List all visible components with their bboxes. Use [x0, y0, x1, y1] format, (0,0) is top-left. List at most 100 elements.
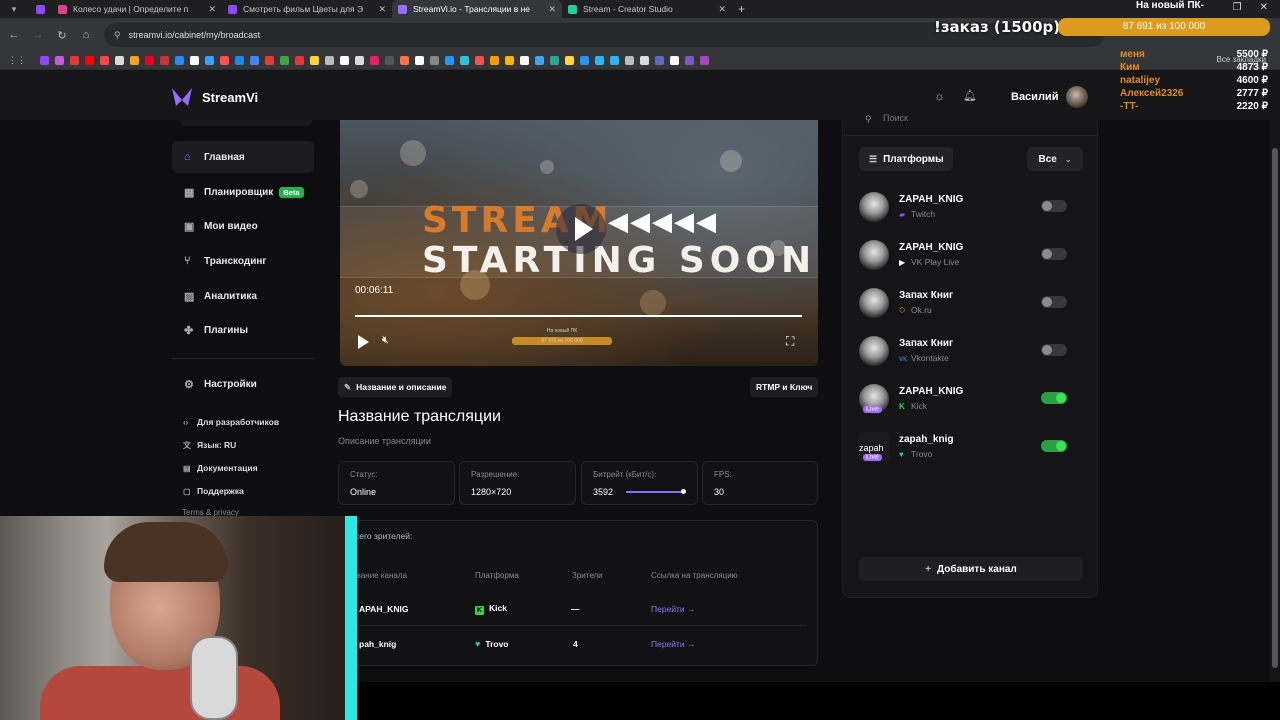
tab-search-icon[interactable]: ▾	[0, 4, 28, 15]
close-icon[interactable]: ✕	[548, 4, 556, 15]
browser-tab-creator-studio[interactable]: Stream - Creator Studio ✕	[562, 0, 732, 18]
bookmark-icon[interactable]	[685, 56, 694, 65]
bookmark-icon[interactable]	[460, 56, 469, 65]
channel-toggle[interactable]	[1041, 440, 1067, 452]
sidebar-item-plugins[interactable]: ✤ Плагины	[172, 314, 314, 346]
bookmark-icon[interactable]	[265, 56, 274, 65]
bookmark-icon[interactable]	[340, 56, 349, 65]
close-icon[interactable]: ✕	[378, 4, 386, 15]
close-window-icon[interactable]: ✕	[1260, 2, 1268, 13]
bookmark-icon[interactable]	[55, 56, 64, 65]
sidebar-link-language[interactable]: 文 Язык: RU	[183, 438, 236, 452]
channel-toggle[interactable]	[1041, 248, 1067, 260]
logo-text[interactable]: StreamVi	[202, 90, 258, 105]
bookmark-icon[interactable]	[295, 56, 304, 65]
stream-description[interactable]: Описание трансляции	[338, 436, 431, 446]
bookmark-icon[interactable]	[505, 56, 514, 65]
avatar[interactable]	[1066, 86, 1088, 108]
bookmark-icon[interactable]	[535, 56, 544, 65]
bookmark-icon[interactable]	[310, 56, 319, 65]
bookmark-icon[interactable]	[640, 56, 649, 65]
bookmark-icon[interactable]	[565, 56, 574, 65]
sidebar-item-settings[interactable]: ⚙ Настройки	[172, 368, 314, 400]
tab-rtmp-key[interactable]: RTMP и Ключ	[750, 377, 819, 397]
bookmark-icon[interactable]	[325, 56, 334, 65]
platform-select[interactable]: Все ⌄	[1027, 147, 1083, 171]
bookmark-icon[interactable]	[700, 56, 709, 65]
bookmark-icon[interactable]	[145, 56, 154, 65]
bookmark-icon[interactable]	[355, 56, 364, 65]
page-scrollbar[interactable]	[1270, 120, 1280, 682]
channel-toggle[interactable]	[1041, 392, 1067, 404]
streamvi-logo-icon[interactable]	[172, 88, 192, 106]
apps-icon[interactable]: ⋮⋮	[8, 55, 26, 66]
bookmark-icon[interactable]	[520, 56, 529, 65]
close-icon[interactable]: ✕	[718, 4, 726, 15]
bookmark-icon[interactable]	[430, 56, 439, 65]
bookmark-icon[interactable]	[625, 56, 634, 65]
user-name[interactable]: Василий	[1011, 91, 1058, 103]
tab-title-description[interactable]: ✎ Название и описание	[338, 377, 453, 397]
close-icon[interactable]: ✕	[208, 4, 216, 15]
bookmark-icon[interactable]	[115, 56, 124, 65]
bookmark-icon[interactable]	[205, 56, 214, 65]
bookmark-icon[interactable]	[385, 56, 394, 65]
bookmark-icon[interactable]	[160, 56, 169, 65]
bookmark-icon[interactable]	[370, 56, 379, 65]
channel-toggle[interactable]	[1041, 296, 1067, 308]
bookmark-icon[interactable]	[220, 56, 229, 65]
notifications-bell-icon[interactable]: 🔔︎	[963, 89, 977, 102]
theme-toggle-icon[interactable]: ☼	[934, 89, 945, 103]
back-icon[interactable]: ←	[2, 29, 26, 41]
bookmark-icon[interactable]	[250, 56, 259, 65]
big-play-button[interactable]	[556, 204, 606, 254]
bookmark-icon[interactable]	[610, 56, 619, 65]
browser-tab[interactable]	[28, 0, 52, 18]
sidebar-link-support[interactable]: ▢ Поддержка	[183, 484, 244, 498]
reload-icon[interactable]: ↻	[50, 29, 74, 42]
bookmark-icon[interactable]	[70, 56, 79, 65]
bookmark-icon[interactable]	[415, 56, 424, 65]
fullscreen-icon[interactable]: ⛶	[786, 334, 794, 349]
new-tab-icon[interactable]: +	[738, 2, 745, 16]
bookmark-icon[interactable]	[655, 56, 664, 65]
bookmark-icon[interactable]	[40, 56, 49, 65]
play-icon[interactable]	[358, 335, 369, 349]
browser-tab-wheel[interactable]: Колесо удачи | Определите п ✕	[52, 0, 222, 18]
video-player[interactable]: STREAM ◀◀◀◀◀ STARTING SOON 00:06:11 На н…	[340, 120, 818, 366]
go-to-stream-link[interactable]: Перейти →	[651, 604, 696, 614]
sidebar-item-my-videos[interactable]: ▣ Мои видео	[172, 210, 314, 242]
bookmark-icon[interactable]	[550, 56, 559, 65]
scrollbar-thumb[interactable]	[1272, 148, 1278, 668]
channel-toggle[interactable]	[1041, 344, 1067, 356]
go-to-stream-link[interactable]: Перейти →	[651, 639, 696, 649]
bookmark-icon[interactable]	[400, 56, 409, 65]
add-channel-button[interactable]: + Добавить канал	[859, 557, 1083, 581]
channel-toggle[interactable]	[1041, 200, 1067, 212]
mute-icon[interactable]: 🔇︎	[382, 334, 389, 347]
bookmark-icon[interactable]	[490, 56, 499, 65]
browser-tab-film[interactable]: Смотреть фильм Цветы для Э ✕	[222, 0, 392, 18]
restore-icon[interactable]: ❐	[1233, 2, 1242, 13]
sidebar-item-planner[interactable]: ▦ Планировщик Beta	[172, 176, 314, 208]
sidebar-link-docs[interactable]: ▤ Документация	[183, 461, 258, 475]
bookmark-icon[interactable]	[280, 56, 289, 65]
browser-tab-streamvi[interactable]: StreamVi.io - Трансляции в не ✕	[392, 0, 562, 18]
bookmark-icon[interactable]	[100, 56, 109, 65]
sidebar-item-analytics[interactable]: ▨ Аналитика	[172, 280, 314, 312]
bookmark-icon[interactable]	[445, 56, 454, 65]
platforms-filter-button[interactable]: ☰ Платформы	[859, 147, 953, 171]
bookmark-icon[interactable]	[190, 56, 199, 65]
bookmark-icon[interactable]	[670, 56, 679, 65]
bookmark-icon[interactable]	[175, 56, 184, 65]
sidebar-link-developers[interactable]: ‹› Для разработчиков	[183, 415, 279, 429]
sidebar-item-transcoding[interactable]: ⑂ Транскодинг	[172, 245, 314, 277]
bookmark-icon[interactable]	[595, 56, 604, 65]
channel-search[interactable]: ⚲ Поиск	[843, 113, 1097, 136]
bookmark-icon[interactable]	[475, 56, 484, 65]
sidebar-item-home[interactable]: ⌂ Главная	[172, 141, 314, 173]
bookmark-icon[interactable]	[235, 56, 244, 65]
stream-title[interactable]: Название трансляции	[338, 408, 501, 426]
forward-icon[interactable]: →	[26, 29, 50, 41]
bookmark-icon[interactable]	[85, 56, 94, 65]
